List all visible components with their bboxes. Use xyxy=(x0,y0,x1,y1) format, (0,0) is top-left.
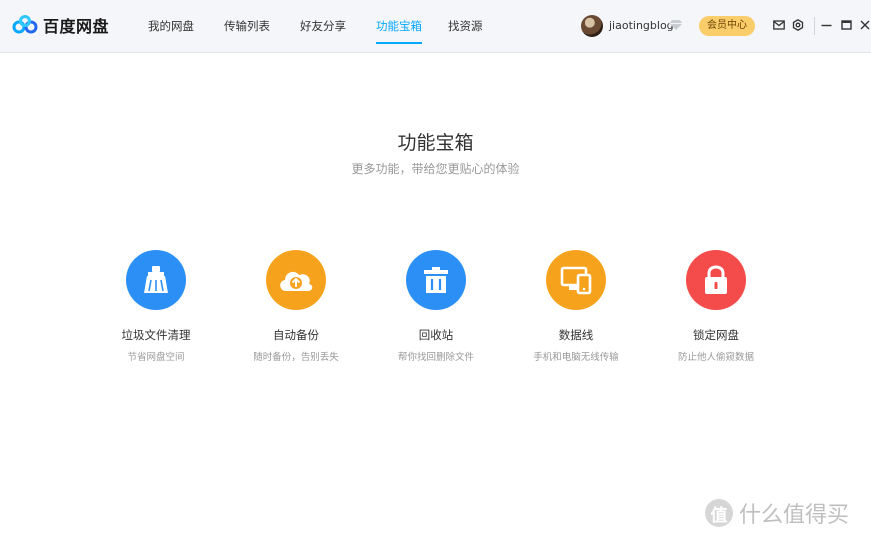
trash-icon xyxy=(424,267,448,293)
nav-tab-find-resources[interactable]: 找资源 xyxy=(448,18,483,34)
tool-recycle-bin[interactable]: 回收站 帮你找回删除文件 xyxy=(366,250,506,363)
maximize-icon[interactable] xyxy=(841,19,852,31)
tool-icon-circle xyxy=(546,250,606,310)
page-subtitle: 更多功能，带给您更贴心的体验 xyxy=(351,162,520,176)
nav-tab-transfer-list[interactable]: 传输列表 xyxy=(224,18,270,34)
tool-name: 自动备份 xyxy=(273,328,319,342)
tool-icon-circle xyxy=(406,250,466,310)
vip-center-button[interactable]: 会员中心 xyxy=(699,16,755,36)
tool-lock-disk[interactable]: 锁定网盘 防止他人偷窥数据 xyxy=(646,250,786,363)
tool-icon-circle xyxy=(686,250,746,310)
tool-description: 帮你找回删除文件 xyxy=(397,352,474,363)
watermark: 值 什么值得买 xyxy=(705,497,849,529)
app-name: 百度网盘 xyxy=(43,17,110,36)
mail-icon[interactable] xyxy=(773,19,785,31)
baidu-netdisk-logo-icon xyxy=(12,15,38,34)
tool-description: 节省网盘空间 xyxy=(127,352,185,363)
diamond-icon[interactable] xyxy=(669,19,683,31)
tool-description: 防止他人偷窥数据 xyxy=(677,352,754,363)
tool-name: 锁定网盘 xyxy=(693,328,739,342)
tool-description: 随时备份，告别丢失 xyxy=(253,352,339,363)
tool-description: 手机和电脑无线传输 xyxy=(533,352,619,363)
tool-auto-backup[interactable]: 自动备份 随时备份，告别丢失 xyxy=(226,250,366,363)
active-tab-indicator xyxy=(376,42,422,44)
tool-name: 回收站 xyxy=(418,328,454,342)
tool-icon-circle xyxy=(126,250,186,310)
tool-name: 垃圾文件清理 xyxy=(121,328,191,342)
broom-icon xyxy=(144,266,168,293)
watermark-text: 什么值得买 xyxy=(739,503,850,528)
nav-tab-friend-share[interactable]: 好友分享 xyxy=(300,18,346,34)
devices-icon xyxy=(560,266,592,295)
nav-tab-toolbox[interactable]: 功能宝箱 xyxy=(376,18,422,44)
tool-junk-cleaner[interactable]: 垃圾文件清理 节省网盘空间 xyxy=(86,250,226,363)
watermark-logo-icon: 值 xyxy=(705,499,733,527)
lock-icon xyxy=(705,265,727,294)
app-logo[interactable]: 百度网盘 xyxy=(12,13,109,37)
nav-tab-my-disk[interactable]: 我的网盘 xyxy=(148,18,194,34)
close-icon[interactable] xyxy=(860,19,870,31)
tool-name: 数据线 xyxy=(558,328,594,342)
avatar[interactable] xyxy=(581,15,603,37)
nav-tab-toolbox-label: 功能宝箱 xyxy=(376,19,422,33)
title-bar: 百度网盘 我的网盘 传输列表 好友分享 功能宝箱 找资源 jiaotingblo… xyxy=(0,0,871,53)
username[interactable]: jiaotingblog xyxy=(609,19,674,32)
page-title: 功能宝箱 xyxy=(397,132,474,154)
tool-icon-circle xyxy=(266,250,326,310)
settings-gear-icon[interactable] xyxy=(792,19,804,31)
minimize-icon[interactable] xyxy=(821,19,832,31)
titlebar-divider xyxy=(814,17,815,35)
tool-data-cable[interactable]: 数据线 手机和电脑无线传输 xyxy=(506,250,646,363)
cloud-upload-icon xyxy=(280,271,313,291)
